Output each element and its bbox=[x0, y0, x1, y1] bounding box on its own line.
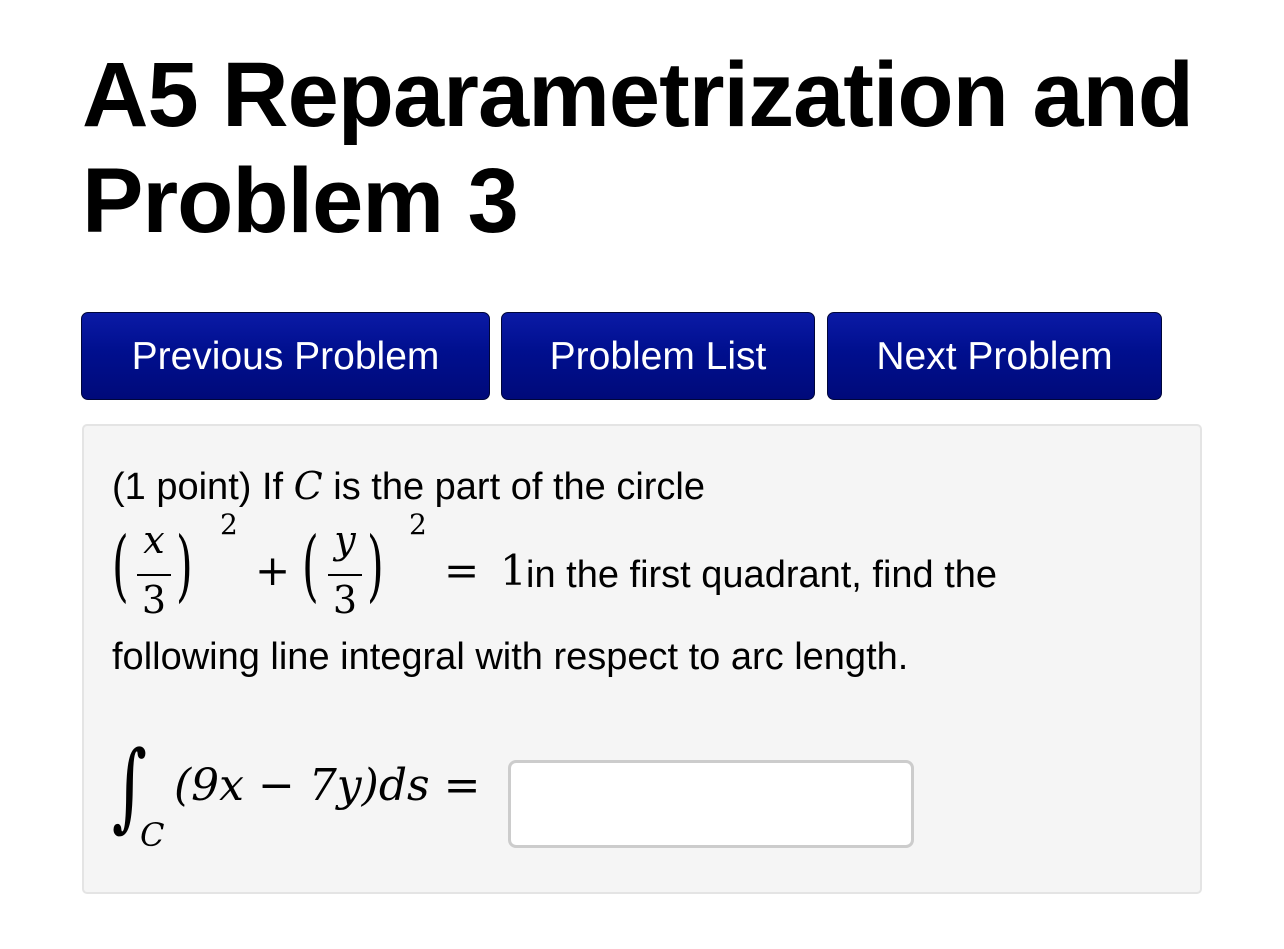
circle-equation: ( x 3 ) 2 + ( y 3 ) 2 = 1 in the first q… bbox=[112, 508, 1112, 626]
plus-sign: + bbox=[255, 546, 291, 595]
right-paren: ) bbox=[367, 521, 384, 611]
intro-prefix: (1 point) If bbox=[112, 466, 294, 508]
fraction-numerator-y: y bbox=[334, 518, 356, 562]
fraction-denominator: 3 bbox=[141, 578, 167, 622]
page-title-line2: Problem 3 bbox=[82, 150, 519, 252]
integrand: (9x − 7y)ds = bbox=[174, 760, 481, 811]
integral-subscript: C bbox=[140, 816, 165, 854]
right-paren: ) bbox=[176, 521, 193, 611]
exponent: 2 bbox=[220, 508, 238, 541]
intro-suffix: is the part of the circle bbox=[322, 466, 706, 508]
problem-line2-text: in the first quadrant, find the bbox=[526, 554, 998, 596]
problem-line3: following line integral with respect to … bbox=[112, 636, 909, 678]
problem-intro: (1 point) If C is the part of the circle bbox=[112, 464, 705, 509]
rhs-value: 1 bbox=[500, 546, 527, 595]
left-paren: ( bbox=[302, 521, 319, 611]
problem-body: (1 point) If C is the part of the circle… bbox=[82, 424, 1202, 894]
fraction-bar bbox=[328, 574, 362, 576]
page-title-line1: A5 Reparametrization and bbox=[82, 44, 1194, 146]
integral-expression: ∫ C (9x − 7y)ds = bbox=[112, 730, 1012, 872]
page-title: A5 Reparametrization and Problem 3 bbox=[82, 42, 1284, 254]
fraction-denominator: 3 bbox=[332, 578, 358, 622]
left-paren: ( bbox=[112, 521, 129, 611]
equals-sign: = bbox=[444, 546, 480, 595]
next-problem-button[interactable]: Next Problem bbox=[827, 312, 1162, 400]
exponent: 2 bbox=[409, 508, 427, 541]
fraction-numerator-x: x bbox=[143, 518, 165, 562]
previous-problem-button[interactable]: Previous Problem bbox=[81, 312, 490, 400]
curve-symbol: C bbox=[293, 464, 323, 508]
answer-input[interactable] bbox=[508, 760, 914, 848]
fraction-bar bbox=[137, 574, 171, 576]
problem-list-button[interactable]: Problem List bbox=[501, 312, 815, 400]
